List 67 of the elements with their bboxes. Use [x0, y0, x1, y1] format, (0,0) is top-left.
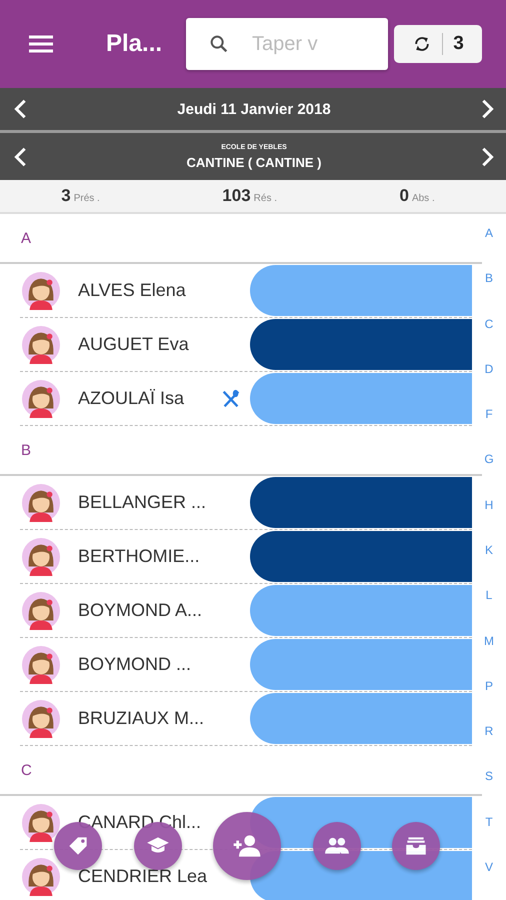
present-bar[interactable] — [250, 477, 472, 528]
group-icon — [324, 838, 348, 854]
avatar-icon — [22, 646, 60, 684]
child-name: BOYMOND A... — [78, 600, 204, 621]
present-bar[interactable] — [250, 531, 472, 582]
index-letter[interactable]: T — [485, 814, 493, 829]
child-row[interactable]: BRUZIAUX M... — [20, 692, 472, 746]
index-letter[interactable]: C — [484, 316, 494, 331]
child-name: BOYMOND ... — [78, 654, 192, 675]
index-letter[interactable]: A — [484, 226, 493, 240]
index-letter[interactable]: V — [484, 860, 493, 874]
child-name: ALVES Elena — [78, 280, 187, 301]
child-name: BRUZIAUX M... — [78, 708, 206, 729]
action-button[interactable] — [213, 812, 281, 880]
avatar-icon — [22, 592, 60, 630]
menu-icon[interactable] — [28, 34, 54, 54]
child-row[interactable]: BOYMOND A... — [20, 584, 472, 638]
avatar-icon — [22, 804, 60, 842]
activity-name: CANTINE ( CANTINE ) — [186, 154, 322, 170]
child-row[interactable]: BELLANGER ... — [20, 476, 472, 530]
date-label: Jeudi 11 Janvier 2018 — [177, 100, 331, 118]
child-name: AUGUET Eva — [78, 334, 190, 355]
index-letter[interactable]: H — [484, 498, 494, 512]
child-row[interactable]: AUGUET Eva — [20, 318, 472, 372]
child-name: BERTHOMIE... — [78, 546, 201, 567]
avatar-icon — [22, 858, 60, 896]
avatar-icon — [22, 700, 60, 738]
stat-label: Abs . — [412, 193, 435, 204]
child-row[interactable]: BERTHOMIE... — [20, 530, 472, 584]
avatar-icon — [22, 272, 60, 310]
stat-count: 3 — [61, 186, 71, 206]
stat-count: 103 — [222, 186, 251, 206]
index-letter[interactable]: P — [484, 678, 493, 693]
index-letter[interactable]: G — [484, 452, 494, 466]
index-letter[interactable]: S — [484, 769, 493, 784]
child-row[interactable]: AZOULAÏ Isa — [20, 372, 472, 426]
stat-label: Rés . — [254, 193, 278, 204]
avatar-icon — [22, 538, 60, 576]
child-name: BELLANGER ... — [78, 492, 208, 513]
section-letter: A — [21, 230, 32, 246]
stat-count: 0 — [399, 186, 409, 206]
avatar-icon — [22, 484, 60, 522]
child-row[interactable]: ALVES Elena — [20, 264, 472, 318]
tag-icon — [69, 837, 87, 855]
search-field[interactable]: Taper v — [186, 18, 388, 70]
archive-icon — [406, 837, 426, 855]
avatar-icon — [22, 326, 60, 364]
present-bar[interactable] — [250, 319, 472, 370]
section-letter: B — [21, 442, 32, 458]
avatar-icon — [22, 380, 60, 418]
child-row[interactable]: BOYMOND ... — [20, 638, 472, 692]
child-name: CANARD Chl... — [78, 812, 202, 833]
section-letter: C — [21, 762, 32, 778]
index-letter[interactable]: F — [485, 407, 493, 422]
child-name: CENDRIER Lea — [78, 866, 208, 887]
index-letter[interactable]: D — [484, 362, 494, 376]
add-person-icon — [232, 835, 260, 857]
graduation-cap-icon — [146, 837, 168, 852]
index-letter[interactable]: K — [484, 542, 493, 557]
stat-label: Prés . — [74, 193, 100, 204]
index-letter[interactable]: R — [484, 724, 494, 738]
app-title: Pla... — [106, 30, 164, 58]
sync-button[interactable]: 3 — [394, 25, 482, 63]
index-letter[interactable]: M — [484, 634, 494, 648]
index-letter[interactable]: B — [484, 271, 493, 286]
child-name: AZOULAÏ Isa — [78, 388, 186, 409]
index-letter[interactable]: L — [486, 588, 492, 602]
